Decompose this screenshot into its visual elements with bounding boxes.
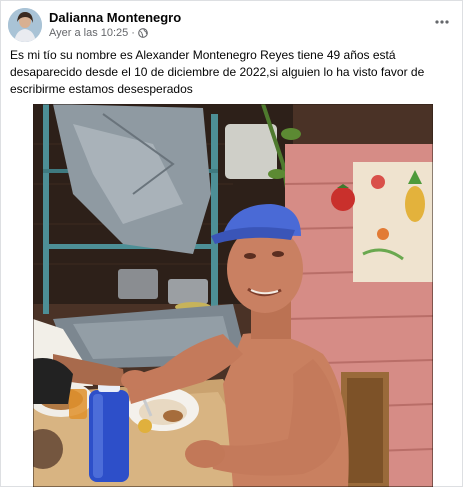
globe-icon[interactable] <box>138 28 148 38</box>
photo-man-at-table <box>33 104 433 487</box>
author-name[interactable]: Dalianna Montenegro <box>49 10 181 25</box>
author-avatar[interactable] <box>8 8 42 42</box>
avatar-image <box>8 8 42 42</box>
more-options-icon[interactable] <box>432 12 452 32</box>
post-timestamp[interactable]: Ayer a las 10:25 <box>49 27 128 39</box>
meta-separator: · <box>131 27 135 39</box>
post-text: Es mi tío su nombre es Alexander Montene… <box>10 48 425 96</box>
post-photo[interactable] <box>33 104 433 487</box>
post-card: Dalianna Montenegro Ayer a las 10:25 · E… <box>0 0 463 487</box>
post-meta: Ayer a las 10:25 · <box>49 27 148 39</box>
